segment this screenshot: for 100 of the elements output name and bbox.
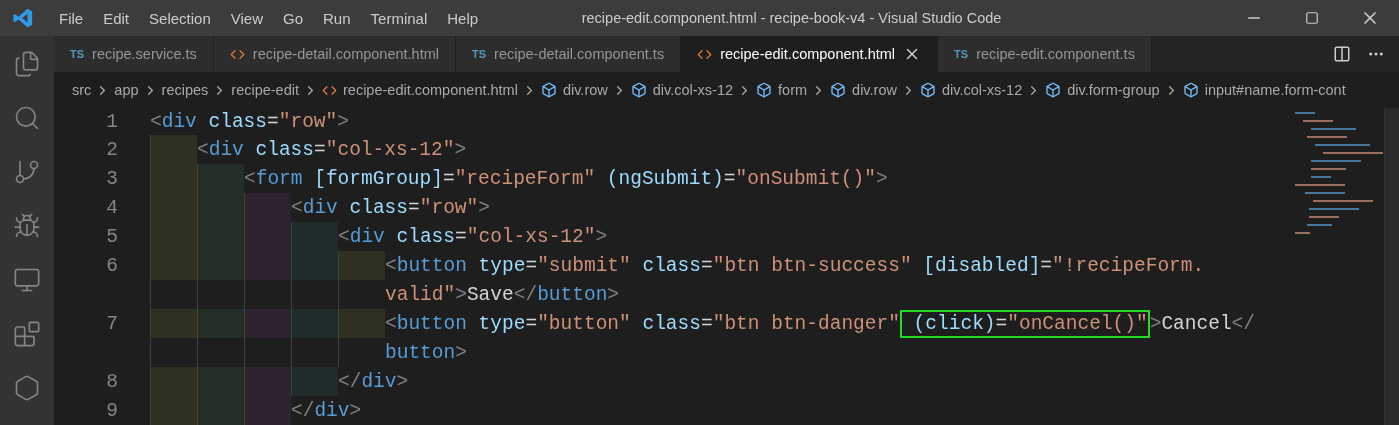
code-token: div	[161, 110, 197, 133]
code-token: "onCancel()"	[1007, 312, 1148, 335]
code-token: >	[875, 167, 888, 190]
code-token: form	[255, 167, 303, 190]
breadcrumb-item[interactable]: div.row	[562, 82, 608, 98]
tab-label: recipe-detail.component.ts	[494, 46, 665, 62]
cube-icon	[540, 82, 557, 98]
code-token: class	[348, 196, 409, 219]
breadcrumb-item[interactable]: src	[72, 82, 92, 98]
code-token: >	[396, 370, 409, 393]
code-token: type	[477, 312, 526, 335]
code-token: button	[396, 312, 467, 335]
search-icon[interactable]	[13, 104, 41, 132]
code-token: "onSubmit()"	[735, 167, 876, 190]
indent-guide-block	[244, 367, 291, 396]
code-token: <	[197, 138, 209, 161]
line-number: 7	[105, 312, 119, 335]
breadcrumb-item[interactable]: recipes	[161, 82, 209, 98]
menu-item[interactable]: Run	[313, 9, 361, 27]
code-token: button	[537, 283, 608, 306]
code-token: >	[455, 341, 467, 364]
split-editor-icon[interactable]	[1333, 45, 1351, 63]
editor-tab[interactable]: recipe-detail.component.html	[213, 36, 456, 72]
editor-tab[interactable]: TS recipe-detail.component.ts	[456, 36, 682, 72]
breadcrumb-item[interactable]: div.col-xs-12	[941, 82, 1023, 98]
code-token: </	[1231, 312, 1255, 335]
indent-guide-block	[244, 251, 291, 280]
code-token: div	[314, 399, 350, 422]
code-token: =	[701, 312, 713, 335]
code-token: div	[302, 196, 338, 219]
menu-item[interactable]: Go	[273, 9, 313, 27]
code-token: "recipeForm"	[454, 167, 596, 190]
breadcrumb-item[interactable]: div.col-xs-12	[652, 82, 734, 98]
code-token: </	[291, 399, 315, 422]
code-token: "!recipeForm.	[1052, 254, 1205, 277]
tab-label: recipe-edit.component.html	[720, 46, 896, 62]
code-token: =	[525, 312, 538, 335]
ts-file-icon: TS	[472, 48, 487, 60]
editor-tab[interactable]: TS recipe.service.ts	[54, 36, 214, 72]
files-icon[interactable]	[13, 50, 41, 78]
editor-tab[interactable]: recipe-edit.component.html	[681, 36, 939, 72]
indent-guide-block	[197, 251, 244, 280]
menu-item[interactable]: View	[220, 9, 273, 27]
breadcrumb-item[interactable]: app	[114, 82, 139, 98]
code-token: "row"	[419, 196, 479, 219]
code-token: <	[244, 167, 256, 190]
code-token: >	[349, 399, 362, 422]
cube-icon	[1045, 82, 1062, 98]
indent-guide-block	[291, 367, 338, 396]
blocks-icon[interactable]	[13, 320, 41, 348]
menu-item[interactable]: File	[49, 9, 94, 27]
code-token: "btn btn-danger"	[712, 312, 900, 335]
code-token: >	[595, 225, 608, 248]
cube-icon	[830, 82, 847, 98]
code-token: >	[607, 283, 620, 306]
code-token: "btn btn-success"	[712, 254, 912, 277]
editor-tab[interactable]: TS recipe-edit.component.ts	[938, 36, 1152, 72]
breadcrumb-item[interactable]: div.form-group	[1067, 82, 1160, 98]
breadcrumb-item[interactable]: recipe-edit.component.html	[343, 82, 518, 98]
breadcrumb-item[interactable]: input#name.form-cont	[1204, 82, 1346, 98]
line-number: 3	[105, 167, 119, 190]
branch-icon[interactable]	[13, 158, 41, 186]
code-token: =	[442, 167, 455, 190]
code-token: "row"	[278, 110, 338, 133]
breadcrumb-item[interactable]: recipe-edit	[231, 82, 299, 98]
hexagon-icon[interactable]	[13, 374, 41, 402]
code-token: button	[385, 341, 456, 364]
bug-icon[interactable]	[13, 212, 41, 240]
breadcrumb-item[interactable]: form	[778, 82, 808, 98]
indent-guide-block	[150, 309, 197, 338]
cube-icon	[919, 82, 936, 98]
menu-item[interactable]: Help	[437, 9, 489, 27]
line-number: 2	[105, 138, 119, 161]
ts-file-icon: TS	[70, 48, 85, 60]
menu-item[interactable]: Edit	[93, 9, 140, 27]
code-token: button	[396, 254, 467, 277]
code-token: class	[641, 312, 701, 335]
code-token: >	[337, 110, 349, 133]
code-token: (ngSubmit)	[605, 167, 724, 190]
code-token: <	[150, 110, 162, 133]
menu-item[interactable]: Terminal	[360, 9, 438, 27]
indent-guide-block	[150, 135, 197, 164]
tab-label: recipe.service.ts	[92, 46, 197, 62]
menu-item[interactable]: Selection	[139, 9, 221, 27]
indent-guide-block	[291, 222, 338, 251]
code-token: </	[513, 283, 538, 306]
window-title: recipe-edit.component.html - recipe-book-v4 - Visual Studio Code	[580, 10, 1003, 26]
code-token: valid"	[385, 283, 456, 306]
indent-guide-block	[291, 251, 338, 280]
breadcrumb-item[interactable]: div.row	[852, 82, 897, 98]
code-token: =	[455, 225, 467, 248]
code-token: =	[408, 196, 420, 219]
cube-icon	[756, 82, 773, 98]
code-token: >	[1149, 312, 1162, 335]
monitor-icon[interactable]	[13, 266, 41, 294]
code-token: div	[208, 138, 244, 161]
code-token: <	[291, 196, 303, 219]
code-token: =	[1040, 254, 1053, 277]
app-logo-icon	[12, 7, 34, 29]
code-token: =	[701, 254, 713, 277]
